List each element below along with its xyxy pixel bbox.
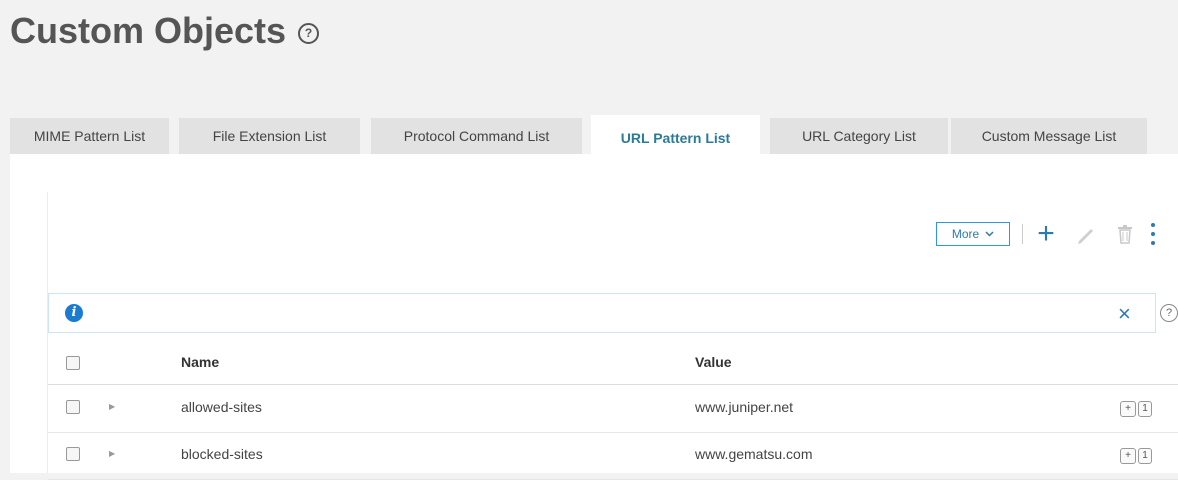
plus-icon[interactable]: + — [1033, 219, 1059, 249]
info-bar: i — [48, 293, 1156, 333]
row-name: blocked-sites — [181, 446, 263, 462]
badge-count: 1 — [1138, 448, 1152, 464]
help-icon[interactable]: ? — [298, 22, 320, 44]
pencil-icon[interactable] — [1075, 223, 1097, 245]
grid-toolbar: More + — [936, 219, 1157, 249]
trash-icon[interactable] — [1115, 223, 1135, 245]
tab-file-extension-list[interactable]: File Extension List — [179, 118, 360, 154]
close-icon[interactable]: × — [1118, 301, 1131, 327]
tab-custom-message-list[interactable]: Custom Message List — [951, 118, 1147, 154]
tab-url-category-list[interactable]: URL Category List — [770, 118, 948, 154]
tab-mime-pattern-list[interactable]: MIME Pattern List — [10, 118, 169, 154]
badge-plus: + — [1120, 401, 1136, 417]
info-icon: i — [65, 304, 83, 322]
column-header-value[interactable]: Value — [695, 354, 732, 370]
column-header-name[interactable]: Name — [181, 354, 219, 370]
kebab-icon[interactable] — [1151, 223, 1157, 245]
expand-arrow-icon[interactable]: ▶ — [109, 402, 115, 411]
more-button-label: More — [951, 227, 980, 241]
row-checkbox[interactable] — [66, 447, 80, 461]
badge-count: 1 — [1138, 401, 1152, 417]
select-all-checkbox[interactable] — [66, 356, 80, 370]
value-count-badge[interactable]: + 1 — [1120, 401, 1152, 417]
chevron-down-icon — [985, 231, 994, 237]
page-title: Custom Objects ? — [10, 10, 320, 52]
toolbar-divider — [1022, 224, 1023, 244]
value-count-badge[interactable]: + 1 — [1120, 448, 1152, 464]
badge-plus: + — [1120, 448, 1136, 464]
row-name: allowed-sites — [181, 399, 262, 415]
table-row[interactable]: ▶ allowed-sites www.juniper.net + 1 — [48, 386, 1178, 433]
page-title-text: Custom Objects — [10, 10, 287, 51]
more-button[interactable]: More — [936, 222, 1010, 246]
table-header: Name Value — [48, 340, 1178, 385]
expand-arrow-icon[interactable]: ▶ — [109, 449, 115, 458]
row-value: www.juniper.net — [695, 399, 794, 415]
row-checkbox[interactable] — [66, 400, 80, 414]
help-icon[interactable]: ? — [1160, 304, 1178, 322]
tab-protocol-command-list[interactable]: Protocol Command List — [371, 118, 582, 154]
row-value: www.gematsu.com — [695, 446, 813, 462]
